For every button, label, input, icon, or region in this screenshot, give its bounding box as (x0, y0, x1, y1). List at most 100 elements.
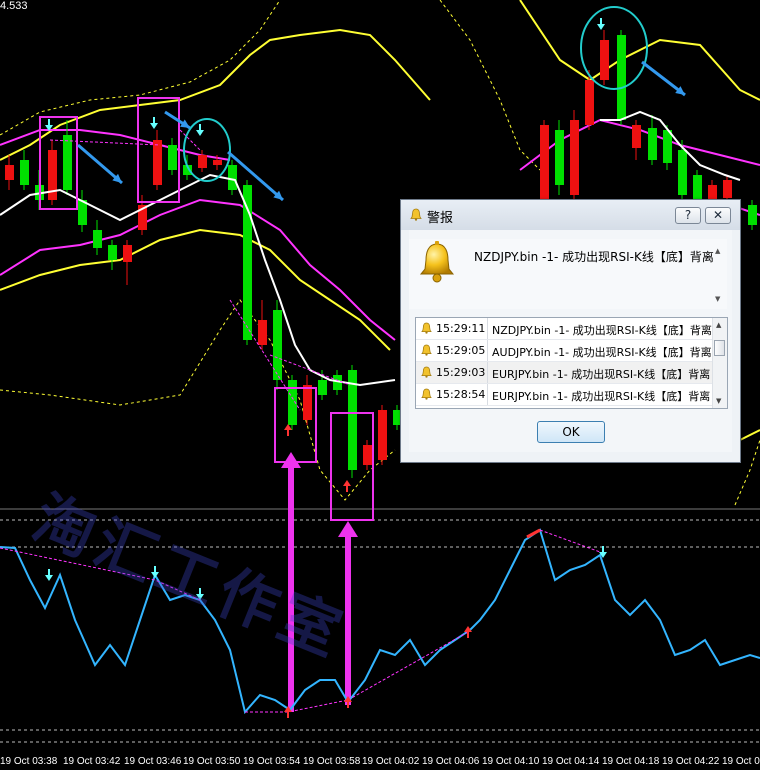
time-label: 19 Oct 04:18 (602, 756, 660, 767)
alert-text: AUDJPY.bin -1- 成功出现RSI-K线【底】背离 (492, 346, 712, 359)
candle-body (555, 130, 564, 185)
alert-row[interactable]: 15:29:03 EURJPY.bin -1- 成功出现RSI-K线【底】背离 (416, 362, 713, 384)
column-divider (487, 318, 488, 339)
candle-body (303, 385, 312, 420)
candle-body (723, 180, 732, 198)
candle-body (693, 175, 702, 200)
time-axis: 19 Oct 03:38 19 Oct 03:42 19 Oct 03:46 1… (0, 752, 760, 770)
candle-body (5, 165, 14, 180)
candle-body (228, 165, 237, 190)
bell-icon (410, 208, 422, 221)
divergence-pointer (338, 521, 358, 537)
upper-outer-band (439, 0, 541, 171)
candle-body (617, 35, 626, 120)
moving-average (0, 173, 396, 387)
divergence-line (179, 129, 201, 151)
bell-icon (421, 322, 432, 334)
scroll-up-icon[interactable]: ▲ (715, 247, 720, 255)
signal-arrow (597, 24, 605, 30)
scroll-up-icon[interactable]: ▲ (716, 321, 721, 329)
alert-row[interactable]: 15:29:11 NZDJPY.bin -1- 成功出现RSI-K线【底】背离 (416, 318, 713, 340)
alert-time: 15:29:11 (436, 322, 486, 335)
rsi-divergence (539, 529, 601, 553)
divergence-line (229, 299, 301, 411)
time-label: 19 Oct 03:42 (63, 756, 121, 767)
bell-icon (419, 241, 455, 283)
signal-arrow (196, 130, 204, 136)
alert-dialog[interactable]: 警报 ? ✕ NZDJPY.bin -1- 成功出现RSI-K线【底】背离 ▲ … (400, 199, 741, 463)
candle-body (570, 120, 579, 195)
scroll-down-icon[interactable]: ▼ (715, 295, 720, 303)
candle-body (540, 125, 549, 200)
alert-text: NZDJPY.bin -1- 成功出现RSI-K线【底】背离 (492, 324, 712, 337)
upper-band (519, 0, 760, 101)
alert-row[interactable]: 15:29:05 AUDJPY.bin -1- 成功出现RSI-K线【底】背离 (416, 340, 713, 362)
time-label: 19 Oct 03:46 (124, 756, 182, 767)
candle-body (585, 80, 594, 125)
time-label: 19 Oct 03:58 (303, 756, 361, 767)
candle-body (20, 160, 29, 185)
bell-icon (421, 366, 432, 378)
candle-body (708, 185, 717, 200)
alert-time: 15:29:03 (436, 366, 486, 379)
time-label: 19 Oct 03:54 (243, 756, 301, 767)
candle-body (363, 445, 372, 465)
candle-body (258, 320, 267, 345)
time-label: 19 Oct 03:38 (0, 756, 58, 767)
candle-body (378, 410, 387, 460)
alert-list[interactable]: 15:29:11 NZDJPY.bin -1- 成功出现RSI-K线【底】背离 … (415, 317, 728, 409)
signal-circle (183, 118, 231, 182)
rsi-peak-highlight (526, 528, 541, 539)
time-label: 19 Oct 04:14 (542, 756, 600, 767)
alert-list-scrollbar[interactable]: ▲ ▼ (712, 318, 727, 408)
candle-body (63, 135, 72, 190)
signal-arrow (343, 480, 351, 486)
alert-row[interactable]: 15:28:54 EURJPY.bin -1- 成功出现RSI-K线【底】背离 (416, 384, 713, 406)
column-divider (487, 340, 488, 361)
signal-arrow (45, 575, 53, 581)
alert-time: 15:28:54 (436, 388, 486, 401)
candle-body (678, 150, 687, 195)
candle-body (153, 140, 162, 185)
time-label: 19 Oct 04 (722, 756, 760, 767)
bell-icon (421, 388, 432, 400)
alert-time: 15:29:05 (436, 344, 486, 357)
time-label: 19 Oct 04:06 (422, 756, 480, 767)
candle-body (108, 245, 117, 260)
scroll-thumb[interactable] (714, 340, 725, 356)
help-button[interactable]: ? (675, 207, 701, 224)
candle-body (213, 160, 222, 165)
alert-text: EURJPY.bin -1- 成功出现RSI-K线【底】背离 (492, 368, 711, 381)
time-label: 19 Oct 03:50 (183, 756, 241, 767)
lower-outer-band (0, 299, 396, 501)
signal-circle (580, 6, 648, 90)
scroll-down-icon[interactable]: ▼ (716, 397, 721, 405)
column-divider (487, 362, 488, 383)
signal-arrow (150, 123, 158, 129)
candle-body (663, 130, 672, 163)
lower-band (739, 429, 760, 441)
dialog-title: 警报 (427, 211, 454, 226)
alert-text: EURJPY.bin -1- 成功出现RSI-K线【底】背离 (492, 390, 711, 403)
close-button[interactable]: ✕ (705, 207, 731, 224)
candle-body (632, 125, 641, 148)
ok-button[interactable]: OK (537, 421, 605, 443)
candle-body (318, 380, 327, 395)
time-label: 19 Oct 04:02 (362, 756, 420, 767)
candle-body (648, 128, 657, 160)
candle-body (600, 40, 609, 80)
candle-body (168, 145, 177, 170)
bell-icon (421, 344, 432, 356)
column-divider (487, 384, 488, 405)
candle-body (93, 230, 102, 248)
divergence-pointer (281, 452, 301, 468)
dialog-titlebar[interactable]: 警报 ? ✕ (401, 200, 740, 230)
price-scale-label: 4.533 (0, 0, 28, 12)
candle-body (748, 205, 757, 225)
alert-message: NZDJPY.bin -1- 成功出现RSI-K线【底】背离 (474, 250, 714, 264)
time-label: 19 Oct 04:22 (662, 756, 720, 767)
time-label: 19 Oct 04:10 (482, 756, 540, 767)
candle-body (123, 245, 132, 262)
candle-body (198, 155, 207, 168)
message-scrollbar[interactable]: ▲ ▼ (714, 245, 724, 305)
